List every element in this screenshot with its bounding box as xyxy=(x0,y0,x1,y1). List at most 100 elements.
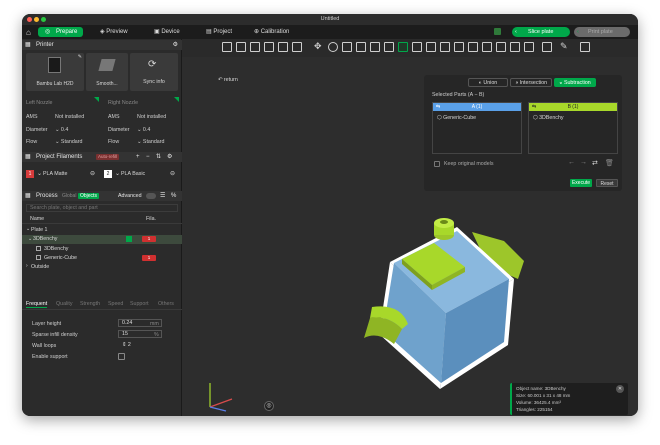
search-input[interactable]: Search plate, object and part xyxy=(26,204,178,212)
object-visible-icon[interactable] xyxy=(126,236,132,242)
union-tab[interactable]: ◐ Union xyxy=(468,78,508,87)
printer-name: Bambu Lab H2D xyxy=(36,81,74,87)
plate-card[interactable]: Smooth... xyxy=(86,53,128,91)
subtab-support[interactable]: Support xyxy=(130,301,149,307)
plate-name: Smooth... xyxy=(96,81,118,87)
save-icon[interactable] xyxy=(494,28,501,35)
part-a-icon: ⇆ xyxy=(436,104,441,110)
tab-device[interactable]: ▣ Device xyxy=(154,27,180,37)
filament-edit-icon[interactable]: ⊖ xyxy=(90,170,95,177)
swap-icon[interactable]: ⇄ xyxy=(592,159,598,167)
slice-dropdown-icon: ‹ xyxy=(515,29,517,35)
part-a-list[interactable]: ⇆ A (1) ⬡ Generic-Cube xyxy=(432,102,522,154)
print-plate-button[interactable]: ‹ Print plate xyxy=(574,27,630,37)
part-b-header: ⇆ B (1) xyxy=(529,103,617,111)
intersection-tab[interactable]: ◑ Intersection xyxy=(510,78,552,87)
tree-row[interactable]: ⌄ 3DBenchy 1 xyxy=(22,235,182,244)
left-flow-select[interactable]: ⌄ Standard xyxy=(55,139,82,145)
left-flow-label: Flow xyxy=(26,139,38,145)
right-flow-label: Flow xyxy=(108,139,120,145)
filament-settings-icon[interactable]: ⚙ xyxy=(167,152,172,162)
right-diameter-label: Diameter xyxy=(108,127,130,133)
part-b-item[interactable]: ⬡ 3DBenchy xyxy=(533,115,564,121)
subtab-frequent[interactable]: Frequent xyxy=(26,301,48,308)
tab-prepare[interactable]: ◎ Prepare xyxy=(38,27,84,37)
tab-prepare-label: Prepare xyxy=(56,29,78,35)
left-nozzle-corner xyxy=(94,97,99,102)
add-filament-icon[interactable]: + xyxy=(136,152,140,162)
right-diameter-select[interactable]: ⌄ 0.4 xyxy=(137,127,150,133)
tree-row[interactable]: 3DBenchy xyxy=(22,245,182,253)
info-triangles: Triangles: 225154 xyxy=(516,407,553,412)
wall-loops-label: Wall loops xyxy=(32,343,57,349)
tree-row[interactable]: Generic-Cube 1 xyxy=(22,254,182,262)
subtab-strength[interactable]: Strength xyxy=(80,301,100,307)
subtraction-tab[interactable]: ◒ Subtraction xyxy=(554,78,596,87)
app-window: Untitled ⌂ ◎ Prepare ◈ Preview ▣ Device … xyxy=(22,14,638,416)
enable-support-checkbox[interactable] xyxy=(118,353,125,360)
sync-info-button[interactable]: ⟳ Sync info xyxy=(130,53,178,91)
reset-button[interactable]: Reset xyxy=(596,179,618,187)
tab-calibration[interactable]: ⊕ Calibration xyxy=(254,27,289,37)
tab-project[interactable]: ▤ Project xyxy=(206,27,232,37)
gear-icon[interactable]: ⚙ xyxy=(173,40,178,50)
selected-parts-label: Selected Parts (A − B) xyxy=(432,92,485,98)
part-b-item-label: 3DBenchy xyxy=(539,115,564,121)
close-info-icon[interactable]: ✕ xyxy=(616,385,624,393)
delete-icon[interactable]: 🗑 xyxy=(605,159,614,167)
left-nozzle-title: Left Nozzle xyxy=(26,100,53,106)
sync-filament-icon[interactable]: ⇅ xyxy=(156,152,161,162)
chevron-down-icon: ⌄ xyxy=(28,236,33,242)
subtab-quality[interactable]: Quality xyxy=(56,301,73,307)
advanced-label: Advanced xyxy=(118,193,142,199)
filament-item[interactable]: 1 ⌄ PLA Matte ⊖ xyxy=(26,169,98,179)
tree-label: 3DBenchy xyxy=(33,236,58,242)
wall-loops-input[interactable]: ⇕ 2 xyxy=(118,341,162,349)
percent-icon[interactable]: % xyxy=(171,191,176,201)
fila-badge[interactable]: 1 xyxy=(142,236,156,242)
collapse-sidebar-icon[interactable]: ◎ xyxy=(264,401,274,411)
part-b-header-label: B (1) xyxy=(567,104,579,110)
arrow-right-icon[interactable]: → xyxy=(580,159,587,166)
layer-height-label: Layer height xyxy=(32,321,62,327)
advanced-toggle[interactable] xyxy=(146,193,156,199)
right-flow-select[interactable]: ⌄ Standard xyxy=(137,139,164,145)
keep-original-label: Keep original models xyxy=(444,161,494,167)
arrow-left-icon[interactable]: ← xyxy=(568,159,575,166)
tree-label: Generic-Cube xyxy=(44,255,77,261)
part-b-list[interactable]: ⇆ B (1) ⬡ 3DBenchy xyxy=(528,102,618,154)
tab-preview-label: Preview xyxy=(106,29,128,35)
subtab-speed[interactable]: Speed xyxy=(108,301,123,307)
execute-button[interactable]: Execute xyxy=(570,179,592,187)
tree-row[interactable]: ⌄ Plate 1 xyxy=(22,226,182,234)
object-list-header: Name Fila. xyxy=(22,215,182,224)
left-diameter-select[interactable]: ⌄ 0.4 xyxy=(55,127,68,133)
tree-row[interactable]: › Outside xyxy=(22,263,182,271)
objects-toggle[interactable]: Objects xyxy=(78,193,99,199)
filament-edit-icon[interactable]: ⊖ xyxy=(170,170,175,177)
remove-filament-icon[interactable]: − xyxy=(146,152,150,162)
global-toggle[interactable]: Global xyxy=(62,191,76,201)
subtab-others[interactable]: Others xyxy=(158,301,174,307)
printer-card[interactable]: Bambu Lab H2D ✎ xyxy=(26,53,84,91)
slice-plate-button[interactable]: ‹ Slice plate xyxy=(512,27,570,37)
part-a-header: ⇆ A (1) xyxy=(433,103,521,111)
filaments-section-header: ▦ Project Filaments Auto-refill + − ⇅ ⚙ xyxy=(22,152,182,162)
list-icon[interactable]: ☰ xyxy=(160,191,165,201)
title-bar: Untitled xyxy=(22,14,638,25)
auto-refill-badge[interactable]: Auto-refill xyxy=(96,154,120,160)
tab-preview[interactable]: ◈ Preview xyxy=(100,27,128,37)
3d-viewport[interactable]: ✥ ✎ ↶ return ◐ Union ◑ Intersection ◒ Su… xyxy=(182,39,638,416)
wall-loops-value: 2 xyxy=(127,342,131,348)
tab-calibration-label: Calibration xyxy=(260,29,290,35)
part-a-item[interactable]: ⬡ Generic-Cube xyxy=(437,115,476,121)
right-nozzle-title: Right Nozzle xyxy=(108,100,139,106)
filament-item[interactable]: 2 ⌄ PLA Basic ⊖ xyxy=(104,169,178,179)
edit-icon[interactable]: ✎ xyxy=(78,54,82,60)
keep-original-checkbox[interactable] xyxy=(434,161,440,167)
home-icon[interactable]: ⌂ xyxy=(26,28,31,37)
print-plate-label: Print plate xyxy=(588,29,613,35)
fila-badge[interactable]: 1 xyxy=(142,255,156,261)
axis-gizmo xyxy=(209,383,233,412)
right-ams-label: AMS xyxy=(108,114,120,120)
